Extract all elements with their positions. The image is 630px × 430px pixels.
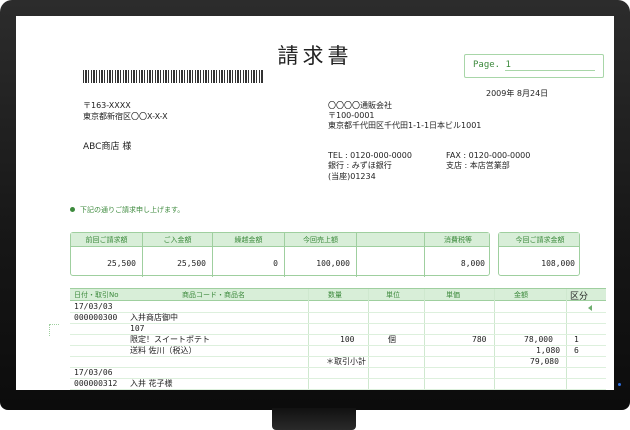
header-qty: 数量 xyxy=(328,291,342,299)
header-unit: 単位 xyxy=(386,291,400,299)
summary-label: 前回ご請求額 xyxy=(85,236,128,244)
summary-cell-carryover: 繰越金額 0 xyxy=(213,233,285,277)
subtotal-amount: 79,080 xyxy=(530,357,559,366)
row1-category: 1 xyxy=(574,335,579,344)
page-divider xyxy=(505,70,595,71)
invoice-date: 2009年 8月24日 xyxy=(486,89,549,98)
bullet-icon xyxy=(70,207,75,212)
sender-bank: 銀行 : みずほ銀行 xyxy=(328,161,392,170)
summary-group-total: 今回ご請求金額 108,000 xyxy=(498,232,580,276)
header-price: 単価 xyxy=(446,291,460,299)
row3-number: 000000312 xyxy=(74,379,118,388)
summary-label: 繰越金額 xyxy=(234,236,263,244)
header-amount: 金額 xyxy=(514,291,528,299)
row-divider xyxy=(70,389,606,390)
recipient-address: 東京都新宿区〇〇X-X-X xyxy=(83,112,168,121)
column-divider xyxy=(424,289,425,390)
invoice-note-text: 下記の通りご請求申し上げます。 xyxy=(80,206,185,214)
summary-value: 25,500 xyxy=(107,259,136,268)
row2-product: 送料 佐川（税込） xyxy=(130,346,197,355)
summary-label: 消費税等 xyxy=(444,236,472,244)
summary-cell-total: 今回ご請求金額 108,000 xyxy=(499,233,581,277)
row1-number: 000000300 xyxy=(74,313,118,322)
row2-category: 6 xyxy=(574,346,579,355)
invoice-note: 下記の通りご請求申し上げます。 xyxy=(70,205,184,215)
sender-branch: 支店 : 本店営業部 xyxy=(446,161,510,170)
summary-cell-received: ご入金額 25,500 xyxy=(143,233,213,277)
barcode xyxy=(83,70,263,83)
monitor: 請求書 Page. 1 2009年 8月24日 〒163-XXXX 東京都新宿区… xyxy=(0,0,630,430)
subtotal-label: ＊取引小計 xyxy=(326,357,366,366)
summary-label: 今回売上額 xyxy=(303,236,338,244)
recipient-postal: 〒163-XXXX xyxy=(83,101,131,110)
column-divider xyxy=(566,289,567,390)
summary-cell-blank xyxy=(357,233,425,277)
row1-amount: 78,000 xyxy=(524,335,553,344)
monitor-stand xyxy=(272,408,356,430)
summary-value: 0 xyxy=(273,259,278,268)
screen: 請求書 Page. 1 2009年 8月24日 〒163-XXXX 東京都新宿区… xyxy=(16,16,614,390)
summary-group-main: 前回ご請求額 25,500 ご入金額 25,500 繰越金額 0 今回売上額 1… xyxy=(70,232,491,277)
page-number: Page. 1 xyxy=(473,60,511,70)
summary-value: 25,500 xyxy=(177,259,206,268)
row3-customer: 入井 花子様 xyxy=(130,379,173,388)
column-divider xyxy=(308,289,309,390)
table-header: 日付・取引No 商品コード・商品名 数量 単位 単価 金額 区分 xyxy=(70,289,606,302)
summary-value: 108,000 xyxy=(541,259,575,268)
row1-price: 780 xyxy=(472,335,487,344)
header-category: 区分 xyxy=(570,292,589,302)
row1-qty: 100 xyxy=(340,335,355,344)
row1-customer: 入井商店御中 xyxy=(130,313,178,322)
page-number-box: Page. 1 xyxy=(464,54,604,78)
sender-account: (当座)01234 xyxy=(328,172,376,181)
summary-label: 今回ご請求金額 xyxy=(515,236,565,244)
summary-value: 8,000 xyxy=(460,259,485,268)
column-divider xyxy=(494,289,495,390)
row-divider xyxy=(70,367,606,368)
header-product: 商品コード・商品名 xyxy=(182,291,245,299)
recipient-name: ABC商店 様 xyxy=(83,142,132,152)
fold-mark xyxy=(49,324,59,336)
detail-table: 日付・取引No 商品コード・商品名 数量 単位 単価 金額 区分 17/03/0… xyxy=(70,288,606,390)
summary-cell-previous: 前回ご請求額 25,500 xyxy=(71,233,143,277)
column-divider xyxy=(368,289,369,390)
row1-product: 限定！スイートポテト xyxy=(130,335,210,344)
row1-unit: 個 xyxy=(388,335,396,344)
row3-date: 17/03/06 xyxy=(74,368,113,377)
row2-amount: 1,080 xyxy=(536,346,561,355)
summary-cell-tax: 消費税等 8,000 xyxy=(425,233,491,277)
row1-code: 107 xyxy=(130,324,145,333)
power-led-icon xyxy=(618,383,621,386)
sender-address: 東京都千代田区千代田1-1-1日本ビル1001 xyxy=(328,121,482,130)
summary-label: ご入金額 xyxy=(163,236,192,244)
summary-value: 100,000 xyxy=(316,259,350,268)
row1-date: 17/03/03 xyxy=(74,302,113,311)
summary-cell-sales: 今回売上額 100,000 xyxy=(285,233,357,277)
row-divider xyxy=(70,323,606,324)
header-date: 日付・取引No xyxy=(74,291,119,299)
